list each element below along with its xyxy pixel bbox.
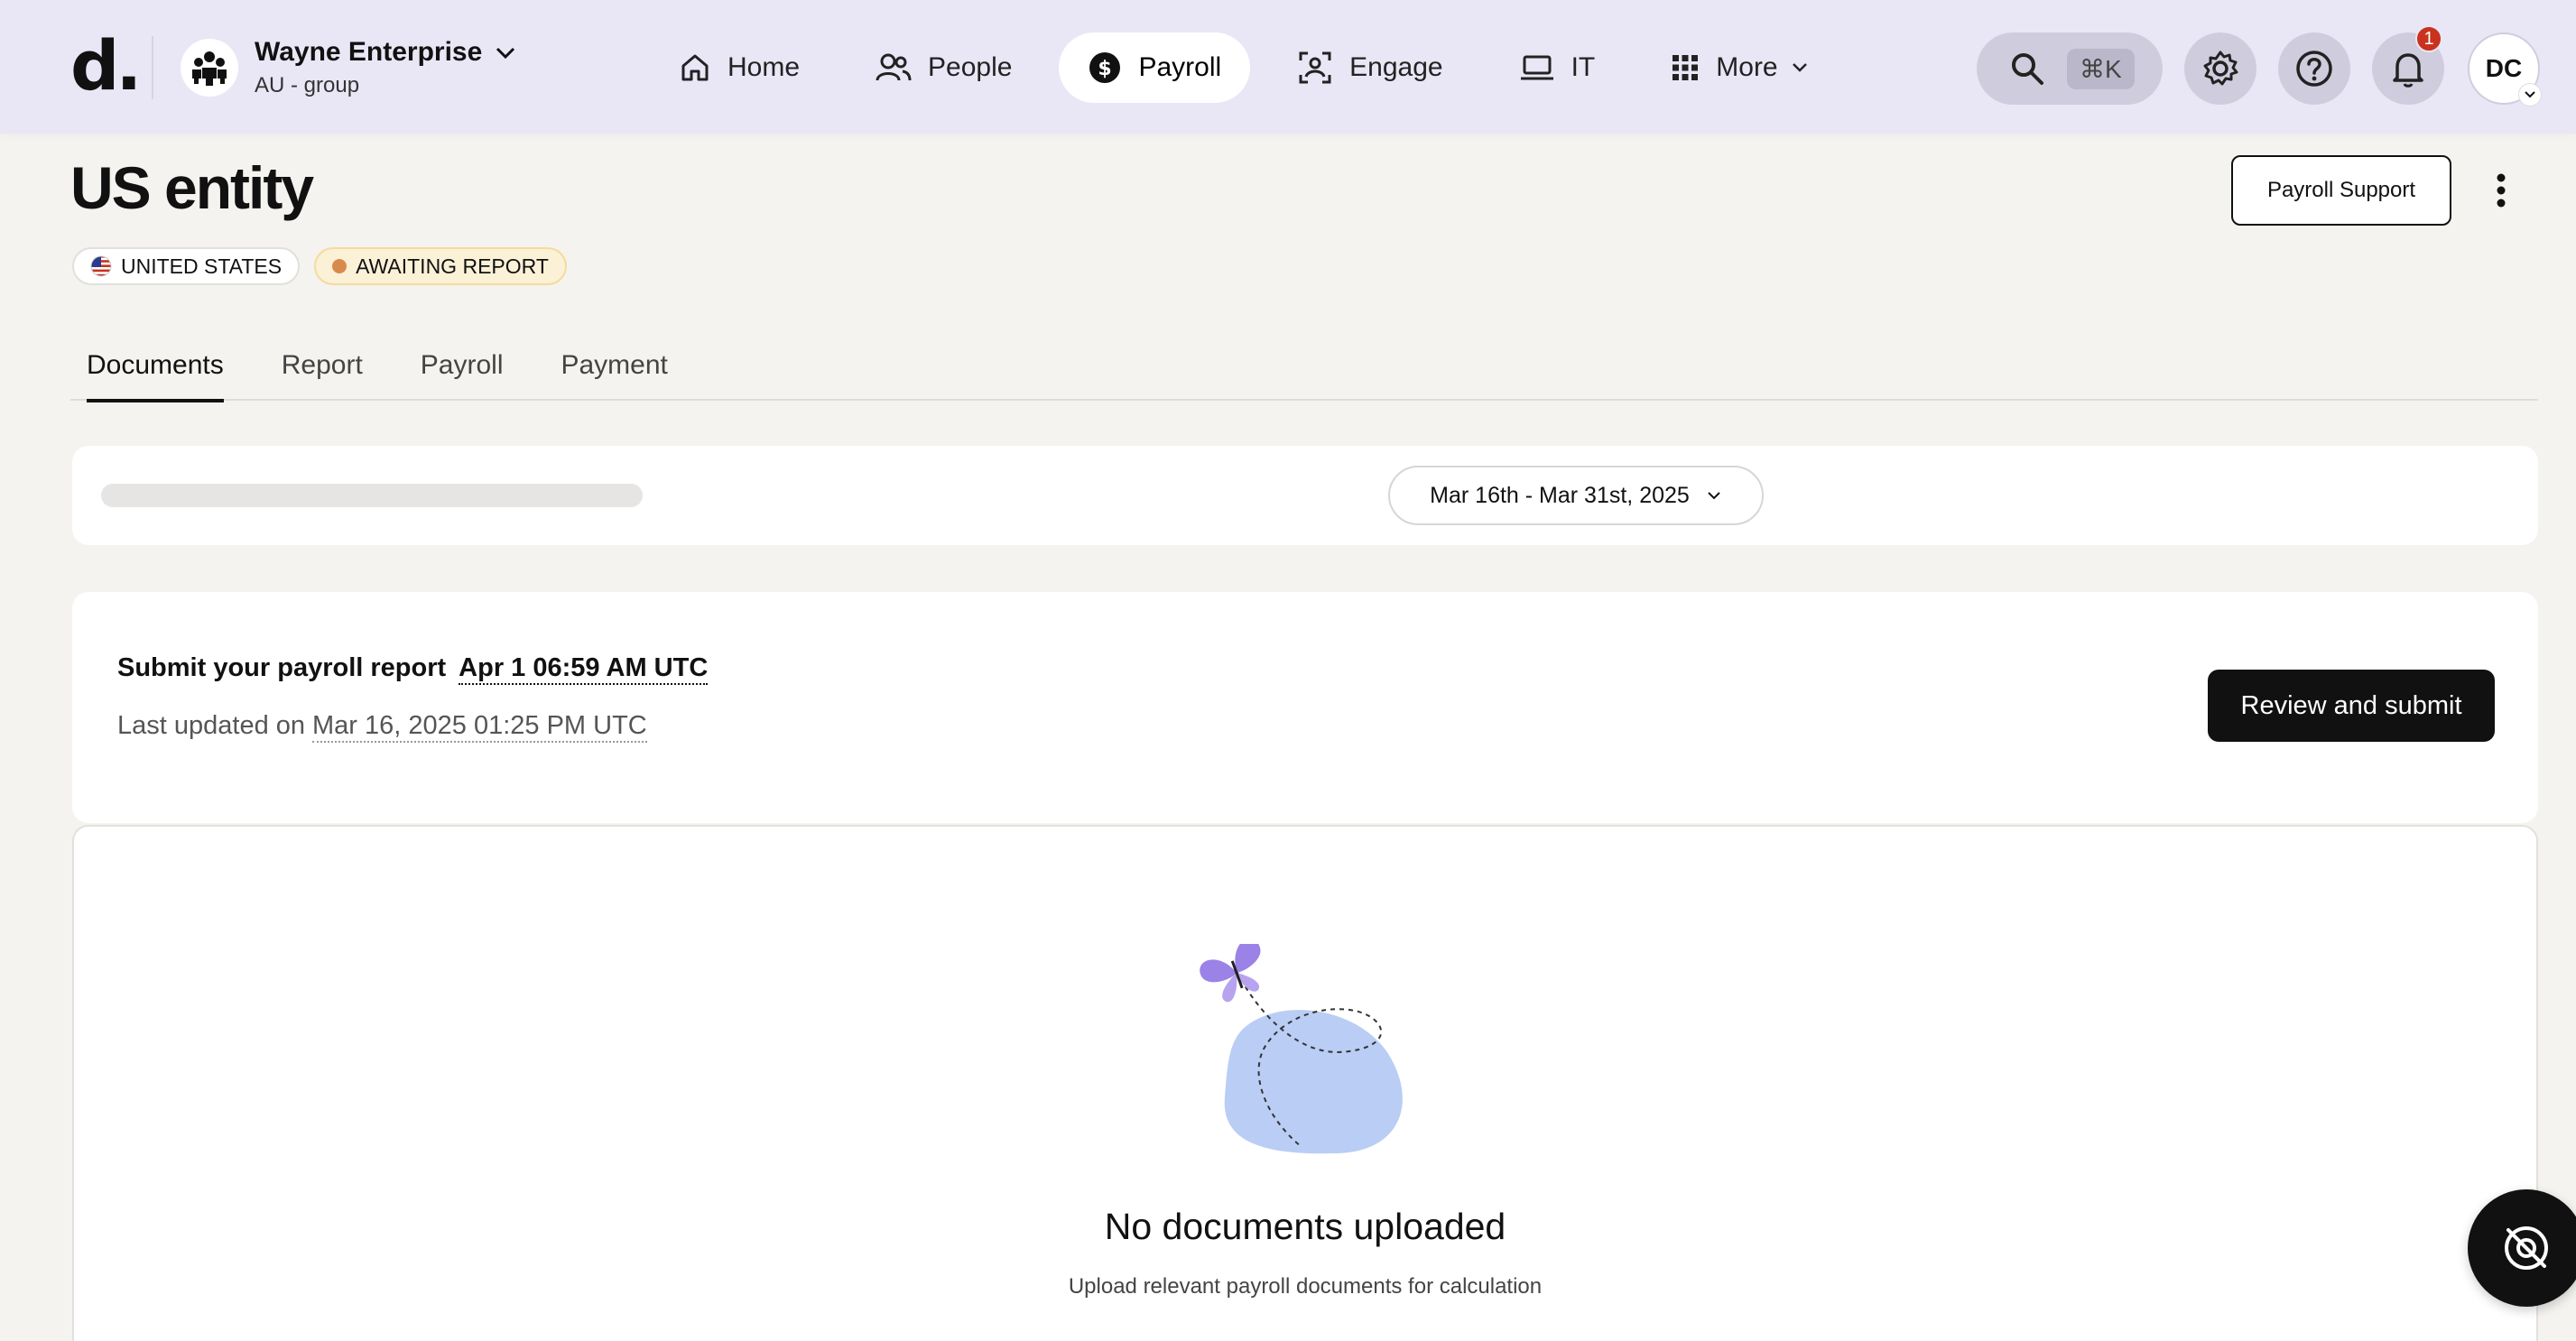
deel-logo[interactable]: d. xyxy=(70,25,142,106)
country-tag: UNITED STATES xyxy=(72,247,301,285)
help-button[interactable] xyxy=(2278,32,2350,105)
tab-bar: Documents Report Payroll Payment xyxy=(70,343,2538,402)
chevron-down-icon xyxy=(1706,490,1722,501)
nav-label: Home xyxy=(727,52,801,82)
country-label: UNITED STATES xyxy=(121,254,283,278)
nav-people[interactable]: People xyxy=(847,32,1041,103)
tab-documents[interactable]: Documents xyxy=(70,343,240,402)
home-icon xyxy=(679,51,711,84)
nav-label: IT xyxy=(1571,52,1596,82)
notifications-button[interactable]: 1 xyxy=(2372,25,2444,105)
user-avatar[interactable]: DC xyxy=(2468,32,2542,106)
tab-payroll[interactable]: Payroll xyxy=(404,343,520,401)
search-icon xyxy=(2009,51,2045,87)
date-range-select[interactable]: Mar 16th - Mar 31st, 2025 xyxy=(1388,466,1764,525)
grid-icon xyxy=(1671,53,1700,82)
more-options-button[interactable] xyxy=(2488,168,2515,213)
deadline-value[interactable]: Apr 1 06:59 AM UTC xyxy=(459,653,709,685)
nav-engage[interactable]: Engage xyxy=(1268,32,1471,103)
status-label: AWAITING REPORT xyxy=(356,254,549,278)
updated-label: Last updated on xyxy=(117,711,306,740)
entity-tags: UNITED STATES AWAITING REPORT xyxy=(72,247,581,285)
people-icon xyxy=(876,51,912,84)
chevron-down-icon xyxy=(2518,83,2542,106)
nav-label: More xyxy=(1716,52,1778,82)
nav-label: Engage xyxy=(1349,52,1443,82)
status-dot xyxy=(332,259,347,273)
chevron-down-icon xyxy=(495,37,516,68)
engage-icon xyxy=(1297,50,1333,86)
search-button[interactable]: ⌘K xyxy=(1977,32,2163,105)
submit-report-card: Submit your payroll report Apr 1 06:59 A… xyxy=(72,592,2538,823)
bell-icon xyxy=(2390,49,2426,88)
payroll-support-button[interactable]: Payroll Support xyxy=(2231,155,2451,226)
help-icon xyxy=(2294,49,2334,88)
main-nav: Home People $ Payroll Engage IT More xyxy=(650,32,1856,103)
nav-label: People xyxy=(928,52,1013,82)
nav-more[interactable]: More xyxy=(1642,32,1837,103)
settings-button[interactable] xyxy=(2184,32,2256,105)
filter-bar: Mar 16th - Mar 31st, 2025 xyxy=(72,446,2538,545)
empty-state-title: No documents uploaded xyxy=(1104,1206,1506,1247)
nav-payroll[interactable]: $ Payroll xyxy=(1059,32,1251,103)
assistant-fab[interactable] xyxy=(2468,1189,2576,1307)
tab-payment[interactable]: Payment xyxy=(544,343,683,401)
org-name: Wayne Enterprise xyxy=(255,37,483,67)
laptop-icon xyxy=(1519,53,1555,82)
tab-report[interactable]: Report xyxy=(265,343,379,401)
last-updated-row: Last updated on Mar 16, 2025 01:25 PM UT… xyxy=(117,711,647,743)
org-subtitle: AU - group xyxy=(255,73,360,97)
avatar-initials: DC xyxy=(2485,54,2523,82)
page-title: US entity xyxy=(70,154,314,221)
gear-icon xyxy=(2201,49,2240,88)
dollar-icon: $ xyxy=(1088,51,1122,85)
organization-switcher[interactable]: Wayne Enterprise AU - group xyxy=(181,36,516,99)
submit-label: Submit your payroll report xyxy=(117,653,447,682)
notification-badge: 1 xyxy=(2415,25,2442,52)
top-navigation-bar: d. Wayne Enterprise AU - group Home Peop… xyxy=(0,0,2576,134)
documents-panel: No documents uploaded Upload relevant pa… xyxy=(72,825,2538,1341)
review-and-submit-button[interactable]: Review and submit xyxy=(2208,670,2495,742)
loading-skeleton xyxy=(101,484,643,507)
chevron-down-icon xyxy=(1791,61,1809,74)
divider xyxy=(152,36,153,99)
nav-home[interactable]: Home xyxy=(650,32,829,103)
butterfly-illustration xyxy=(1184,938,1473,1183)
us-flag-icon xyxy=(90,255,112,277)
submit-deadline-row: Submit your payroll report Apr 1 06:59 A… xyxy=(117,653,709,685)
updated-value[interactable]: Mar 16, 2025 01:25 PM UTC xyxy=(312,711,647,743)
search-shortcut: ⌘K xyxy=(2067,48,2135,89)
svg-text:$: $ xyxy=(1098,58,1112,80)
kebab-menu-icon xyxy=(2496,172,2507,208)
group-icon xyxy=(181,39,238,97)
status-badge: AWAITING REPORT xyxy=(314,247,567,285)
nav-it[interactable]: IT xyxy=(1490,32,1625,103)
nav-label: Payroll xyxy=(1138,52,1222,82)
empty-state-subtitle: Upload relevant payroll documents for ca… xyxy=(1068,1274,1543,1299)
scan-face-icon xyxy=(2499,1221,2553,1275)
date-range-value: Mar 16th - Mar 31st, 2025 xyxy=(1430,482,1690,508)
